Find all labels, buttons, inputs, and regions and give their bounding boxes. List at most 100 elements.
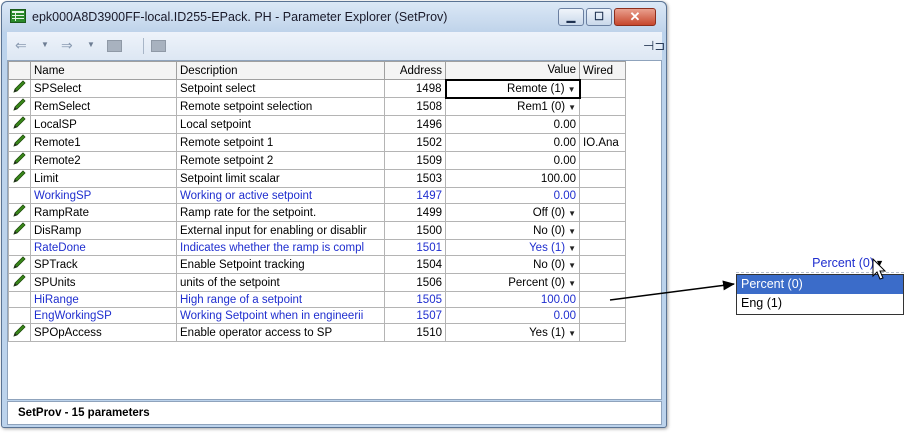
cell-description[interactable]: Remote setpoint 1 [176, 133, 385, 152]
cell-name[interactable]: RateDone [30, 239, 177, 256]
cell-value[interactable]: 0.00 [445, 151, 580, 170]
minimize-button[interactable]: ▁ [558, 8, 584, 26]
back-history-dropdown-icon[interactable]: ▼ [41, 40, 49, 49]
folder-open-icon[interactable] [151, 40, 166, 52]
cell-description[interactable]: Working or active setpoint [176, 187, 385, 204]
cell-description[interactable]: Indicates whether the ramp is compl [176, 239, 385, 256]
maximize-button[interactable]: ☐ [586, 8, 612, 26]
cell-description[interactable]: Local setpoint [176, 115, 385, 134]
table-row[interactable]: EngWorkingSP Working Setpoint when in eng… [8, 307, 626, 324]
cell-description[interactable]: Setpoint select [176, 79, 385, 98]
table-row[interactable]: SPTrack Enable Setpoint tracking 1504 No (0… [8, 255, 626, 274]
cell-value[interactable]: Off (0) ▼ [445, 203, 580, 222]
cell-address[interactable]: 1508 [384, 97, 446, 116]
cell-description[interactable]: units of the setpoint [176, 273, 385, 292]
cell-address[interactable]: 1501 [384, 239, 446, 256]
table-row[interactable]: LocalSP Local setpoint 1496 0.00 [8, 115, 626, 134]
arrow-right-icon[interactable]: ⇒ [61, 37, 73, 54]
arrow-left-icon[interactable]: ⇐ [15, 37, 27, 54]
cell-address[interactable]: 1504 [384, 255, 446, 274]
cell-name[interactable]: Limit [30, 169, 177, 188]
chevron-down-icon[interactable]: ▼ [568, 329, 576, 338]
cell-value[interactable]: No (0) ▼ [445, 255, 580, 274]
cell-address[interactable]: 1503 [384, 169, 446, 188]
cell-wired[interactable] [579, 203, 626, 222]
cell-value[interactable]: Rem1 (0) ▼ [445, 97, 580, 116]
cell-wired[interactable] [579, 323, 626, 342]
cell-value[interactable]: 0.00 [445, 115, 580, 134]
table-row[interactable]: RampRate Ramp rate for the setpoint. 1499 O… [8, 203, 626, 222]
dropdown-option-eng[interactable]: Eng (1) [737, 294, 903, 313]
cell-wired[interactable] [579, 115, 626, 134]
cell-name[interactable]: SPTrack [30, 255, 177, 274]
pin-icon[interactable]: ⊣⊐ [643, 38, 665, 54]
header-address[interactable]: Address [384, 61, 446, 80]
cell-name[interactable]: DisRamp [30, 221, 177, 240]
parameter-grid[interactable]: Name Description Address Value Wired SPS… [7, 60, 662, 400]
cell-wired[interactable] [579, 79, 626, 98]
cell-description[interactable]: Ramp rate for the setpoint. [176, 203, 385, 222]
cell-description[interactable]: Enable Setpoint tracking [176, 255, 385, 274]
cell-name[interactable]: SPOpAccess [30, 323, 177, 342]
cell-name[interactable]: SPSelect [30, 79, 177, 98]
table-row[interactable]: RateDone Indicates whether the ramp is co… [8, 239, 626, 256]
cell-address[interactable]: 1497 [384, 187, 446, 204]
chevron-down-icon[interactable]: ▼ [568, 261, 576, 270]
cell-name[interactable]: RampRate [30, 203, 177, 222]
cell-wired[interactable] [579, 239, 626, 256]
cell-name[interactable]: Remote1 [30, 133, 177, 152]
header-description[interactable]: Description [176, 61, 385, 80]
cell-description[interactable]: Setpoint limit scalar [176, 169, 385, 188]
cell-value[interactable]: Remote (1) ▼ [444, 78, 581, 99]
header-value[interactable]: Value [445, 61, 580, 80]
table-row[interactable]: SPOpAccess Enable operator access to SP 15… [8, 323, 626, 342]
cell-wired[interactable] [579, 151, 626, 170]
cell-description[interactable]: Remote setpoint selection [176, 97, 385, 116]
cell-name[interactable]: HiRange [30, 291, 177, 308]
header-name[interactable]: Name [30, 61, 177, 80]
table-row[interactable]: Remote1 Remote setpoint 1 1502 0.00 IO.Ana [8, 133, 626, 152]
table-row[interactable]: DisRamp External input for enabling or di… [8, 221, 626, 240]
chevron-down-icon[interactable]: ▼ [568, 85, 576, 94]
cell-name[interactable]: Remote2 [30, 151, 177, 170]
cell-value[interactable]: Yes (1) ▼ [445, 323, 580, 342]
cell-wired[interactable] [579, 291, 626, 308]
cell-wired[interactable] [579, 255, 626, 274]
table-row[interactable]: HiRange High range of a setpoint 1505 100.0… [8, 291, 626, 308]
close-button[interactable]: ✕ [614, 8, 656, 26]
cell-address[interactable]: 1496 [384, 115, 446, 134]
cell-address[interactable]: 1509 [384, 151, 446, 170]
table-row[interactable]: WorkingSP Working or active setpoint 1497 0… [8, 187, 626, 204]
cell-wired[interactable] [579, 273, 626, 292]
cell-value[interactable]: Percent (0) ▼ [445, 273, 580, 292]
cell-name[interactable]: RemSelect [30, 97, 177, 116]
cell-address[interactable]: 1500 [384, 221, 446, 240]
table-row[interactable]: SPSelect Setpoint select 1498 Remote (1) ▼ [8, 78, 626, 99]
header-wired[interactable]: Wired [579, 61, 626, 80]
table-row[interactable]: SPUnits units of the setpoint 1506 Percent … [8, 273, 626, 292]
chevron-down-icon[interactable]: ▼ [568, 279, 576, 288]
forward-history-dropdown-icon[interactable]: ▼ [87, 40, 95, 49]
chevron-down-icon[interactable]: ▼ [568, 227, 576, 236]
cell-name[interactable]: EngWorkingSP [30, 307, 177, 324]
folder-icon[interactable] [107, 40, 122, 52]
cell-wired[interactable] [579, 221, 626, 240]
cell-value[interactable]: No (0) ▼ [445, 221, 580, 240]
cell-address[interactable]: 1502 [384, 133, 446, 152]
cell-wired[interactable]: IO.Ana [579, 133, 626, 152]
chevron-down-icon[interactable]: ▼ [568, 103, 576, 112]
table-row[interactable]: RemSelect Remote setpoint selection 1508 Re… [8, 97, 626, 116]
cell-description[interactable]: Working Setpoint when in engineerii [176, 307, 385, 324]
cell-wired[interactable] [579, 97, 626, 116]
cell-value[interactable]: 100.00 [445, 169, 580, 188]
cell-name[interactable]: LocalSP [30, 115, 177, 134]
chevron-down-icon[interactable]: ▼ [568, 209, 576, 218]
cell-address[interactable]: 1510 [384, 323, 446, 342]
cell-address[interactable]: 1507 [384, 307, 446, 324]
cell-wired[interactable] [579, 169, 626, 188]
title-bar[interactable]: epk000A8D3900FF-local.ID255-EPack. PH - … [2, 2, 666, 32]
cell-name[interactable]: WorkingSP [30, 187, 177, 204]
cell-description[interactable]: Remote setpoint 2 [176, 151, 385, 170]
cell-address[interactable]: 1498 [384, 79, 446, 98]
cell-description[interactable]: Enable operator access to SP [176, 323, 385, 342]
